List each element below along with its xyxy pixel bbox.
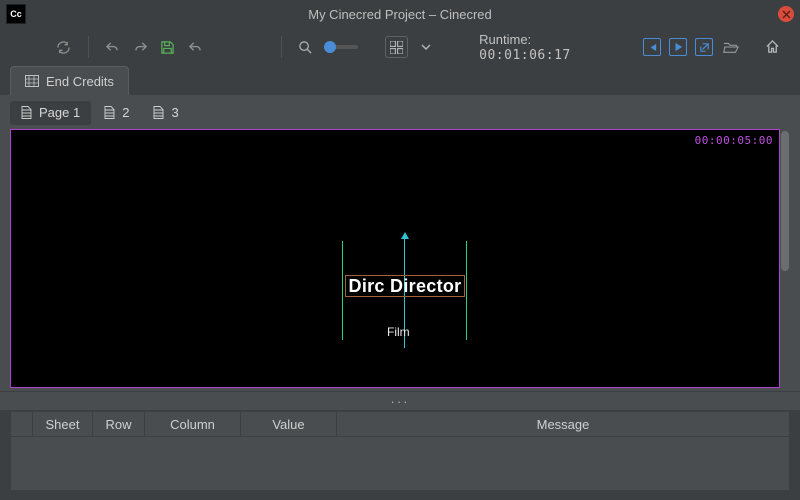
page-icon bbox=[153, 106, 164, 119]
zoom-slider[interactable] bbox=[326, 45, 358, 49]
layout-dropdown[interactable] bbox=[416, 36, 436, 58]
th-message[interactable]: Message bbox=[337, 412, 789, 436]
close-icon bbox=[782, 10, 791, 19]
main-tabs: End Credits bbox=[0, 66, 800, 99]
separator bbox=[88, 36, 89, 58]
page-tabs: Page 1 2 3 bbox=[0, 99, 800, 126]
scrollbar-thumb[interactable] bbox=[781, 131, 789, 271]
preview-scrollbar[interactable] bbox=[780, 129, 790, 388]
home-icon bbox=[765, 40, 780, 54]
preview-timecode: 00:00:05:00 bbox=[695, 134, 773, 147]
page-tab-label: 3 bbox=[171, 105, 178, 120]
search-icon bbox=[298, 40, 313, 55]
runtime-label-text: Runtime: bbox=[479, 32, 531, 47]
undo-button[interactable] bbox=[103, 36, 123, 58]
refresh-icon bbox=[56, 40, 71, 55]
save-icon bbox=[160, 40, 175, 55]
role-text: Dirc Director bbox=[349, 276, 462, 297]
tab-label: End Credits bbox=[46, 74, 114, 89]
th-column[interactable]: Column bbox=[145, 412, 241, 436]
titlebar: Cc My Cinecred Project – Cinecred bbox=[0, 0, 800, 28]
folder-open-icon bbox=[723, 40, 739, 54]
preview-canvas[interactable]: 00:00:05:00 Dirc Director Film bbox=[10, 129, 780, 388]
layout-button[interactable] bbox=[385, 36, 408, 58]
window-title: My Cinecred Project – Cinecred bbox=[308, 7, 492, 22]
redo-icon bbox=[133, 41, 148, 54]
undo-icon bbox=[105, 41, 120, 54]
close-button[interactable] bbox=[778, 6, 794, 22]
role-box[interactable]: Dirc Director bbox=[345, 275, 465, 297]
play-icon bbox=[673, 42, 683, 52]
preview-popout-button[interactable] bbox=[695, 38, 713, 56]
preview-skip-back-button[interactable] bbox=[643, 38, 661, 56]
redo-button[interactable] bbox=[130, 36, 150, 58]
save-button[interactable] bbox=[158, 36, 178, 58]
toolbar: Runtime: 00:01:06:17 bbox=[0, 28, 800, 66]
zoom-slider-knob[interactable] bbox=[324, 41, 336, 53]
home-button[interactable] bbox=[762, 36, 782, 58]
refresh-button[interactable] bbox=[54, 36, 74, 58]
page-tab-1[interactable]: Page 1 bbox=[10, 101, 91, 125]
page-icon bbox=[104, 106, 115, 119]
tab-end-credits[interactable]: End Credits bbox=[10, 66, 129, 95]
th-sheet[interactable]: Sheet bbox=[33, 412, 93, 436]
page-tab-3[interactable]: 3 bbox=[142, 101, 189, 125]
grid-icon bbox=[390, 41, 403, 54]
separator bbox=[281, 36, 282, 58]
page-tab-label: Page 1 bbox=[39, 105, 80, 120]
page-icon bbox=[21, 106, 32, 119]
revert-button[interactable] bbox=[186, 36, 206, 58]
runtime-label: Runtime: 00:01:06:17 bbox=[479, 32, 611, 63]
page-tab-2[interactable]: 2 bbox=[93, 101, 140, 125]
popout-icon bbox=[699, 42, 710, 53]
chevron-down-icon bbox=[421, 44, 431, 50]
skip-back-icon bbox=[647, 42, 658, 53]
runtime-timecode: 00:01:06:17 bbox=[479, 48, 571, 63]
zoom-button[interactable] bbox=[296, 36, 316, 58]
guide-right bbox=[466, 241, 467, 340]
th-icon[interactable] bbox=[11, 412, 33, 436]
guide-left bbox=[342, 241, 343, 340]
sub-text: Film bbox=[387, 325, 410, 339]
open-folder-button[interactable] bbox=[721, 36, 741, 58]
issues-table-header: Sheet Row Column Value Message bbox=[10, 411, 790, 437]
more-handle[interactable]: ··· bbox=[0, 391, 800, 411]
revert-icon bbox=[188, 41, 203, 54]
preview-wrap: 00:00:05:00 Dirc Director Film bbox=[0, 126, 800, 391]
th-value[interactable]: Value bbox=[241, 412, 337, 436]
issues-table-body bbox=[10, 437, 790, 491]
page-tab-label: 2 bbox=[122, 105, 129, 120]
spreadsheet-icon bbox=[25, 75, 39, 87]
preview-play-button[interactable] bbox=[669, 38, 687, 56]
app-icon: Cc bbox=[6, 4, 26, 24]
th-row[interactable]: Row bbox=[93, 412, 145, 436]
